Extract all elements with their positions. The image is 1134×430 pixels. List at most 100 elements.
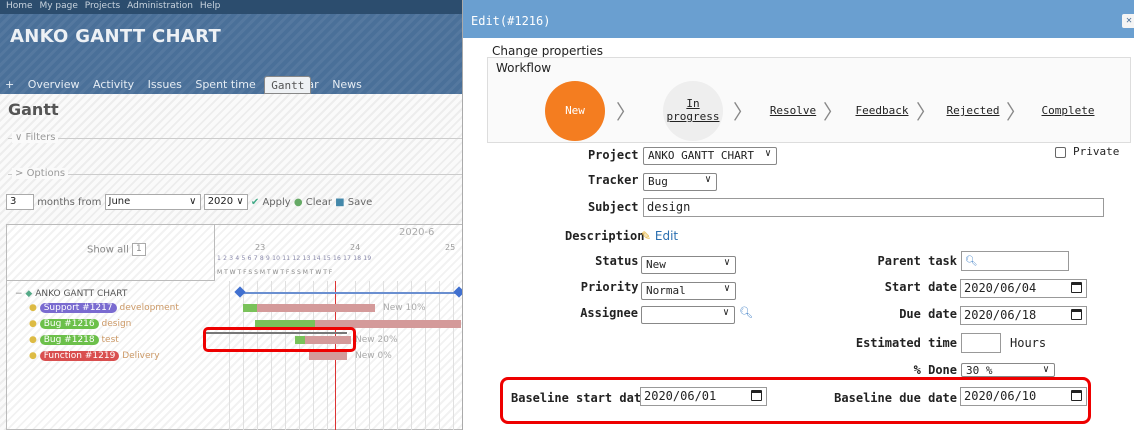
workflow-step-feedback[interactable]: Feedback — [844, 81, 920, 141]
change-properties-heading: Change properties — [492, 44, 603, 58]
filters-label: Filters — [25, 132, 56, 143]
apply-link[interactable]: Apply — [262, 197, 290, 208]
project-icon: ◆ — [25, 289, 36, 299]
issue-icon: ● — [29, 319, 40, 329]
search-icon[interactable]: 🔍︎ — [739, 306, 753, 319]
year-select[interactable]: 2020 ∨ — [203, 194, 248, 210]
month-select[interactable]: June ∨ — [104, 194, 201, 210]
top-menu: Home My page Projects Administration Hel… — [0, 0, 468, 14]
search-icon: 🔍︎ — [965, 256, 978, 267]
issue-icon: ● — [29, 303, 40, 313]
save-icon: ■ — [335, 197, 345, 208]
filters-toggle[interactable]: ∨ Filters — [12, 132, 59, 143]
issue-subject: Delivery — [122, 351, 160, 361]
gantt-issue-row[interactable]: ● Bug #1216 design — [29, 319, 131, 329]
priority-label-text: Priority — [580, 280, 639, 294]
workflow-label: Workflow — [496, 61, 552, 75]
gantt-issue-row[interactable]: ● Function #1219 Delivery — [29, 351, 160, 361]
start-date-label: Start date — [884, 280, 957, 294]
chevron-right-icon: > — [15, 168, 27, 179]
top-menu-administration[interactable]: Administration — [127, 1, 193, 11]
description-edit-link[interactable]: ✎ Edit — [641, 229, 678, 243]
tab-new[interactable]: + — [0, 76, 19, 93]
chevron-down-icon: ∨ — [723, 257, 730, 268]
chevron-down-icon: ∨ — [1042, 364, 1049, 375]
chevron-down-icon: ∨ — [15, 132, 26, 143]
pencil-icon: ✎ — [641, 229, 652, 243]
estimated-time-input[interactable] — [961, 333, 1001, 353]
workflow-step-new[interactable]: New — [545, 81, 605, 141]
tab-news[interactable]: News — [327, 76, 367, 93]
page-title: Gantt — [8, 100, 59, 119]
private-label: Private — [1073, 145, 1120, 158]
show-all-link[interactable]: Show all 1 — [87, 243, 146, 256]
project-header: ANKO GANTT CHART + Overview Activity Iss… — [0, 14, 468, 94]
project-select-value: ANKO GANTT CHART — [648, 149, 754, 162]
issue-tag[interactable]: Bug #1218 — [39, 335, 99, 345]
issue-tag[interactable]: Function #1219 — [39, 351, 120, 361]
done-ratio-select[interactable]: 30 % ∨ — [961, 363, 1055, 377]
done-ratio-value: 30 % — [966, 364, 993, 377]
due-date-input[interactable]: 2020/06/18 — [960, 306, 1087, 325]
tracker-select-value: Bug — [648, 175, 668, 188]
tab-activity[interactable]: Activity — [88, 76, 139, 93]
top-menu-my-page[interactable]: My page — [39, 1, 77, 11]
issue-tag[interactable]: Support #1217 — [39, 303, 117, 313]
project-select[interactable]: ANKO GANTT CHART ∨ — [643, 147, 777, 165]
status-select[interactable]: New ∨ — [641, 256, 736, 274]
project-tabs: + Overview Activity Issues Spent time Ga… — [0, 76, 468, 94]
tab-gantt[interactable]: Gantt — [264, 76, 312, 94]
tab-overview[interactable]: Overview — [23, 76, 85, 93]
tracker-select[interactable]: Bug ∨ — [643, 173, 717, 191]
workflow-step-complete[interactable]: Complete — [1028, 81, 1108, 141]
subject-label-text: Subject — [587, 200, 639, 214]
issue-status: New 10% — [383, 303, 426, 313]
close-icon[interactable]: ✕ — [1122, 14, 1134, 28]
parent-task-label: Parent task — [877, 254, 957, 268]
chevron-down-icon: ∨ — [723, 283, 730, 294]
gantt-month-label: 2020-6 — [399, 227, 435, 238]
top-menu-projects[interactable]: Projects — [85, 1, 120, 11]
week-label: 23 — [255, 243, 266, 252]
workflow-step-resolve[interactable]: Resolve — [758, 81, 828, 141]
clear-link[interactable]: Clear — [306, 197, 332, 208]
private-checkbox[interactable] — [1055, 147, 1066, 158]
workflow-step-rejected[interactable]: Rejected — [938, 81, 1008, 141]
gantt-project-row[interactable]: − ◆ ANKO GANTT CHART — [15, 289, 127, 299]
tracker-label-text: Tracker — [587, 173, 639, 187]
priority-select[interactable]: Normal ∨ — [641, 282, 736, 300]
calendar-icon[interactable] — [1071, 282, 1082, 293]
assignee-select[interactable]: ∨ — [641, 306, 735, 324]
options-toggle[interactable]: > Options — [12, 168, 69, 179]
chevron-right-icon: 〉 — [1006, 100, 1026, 124]
tab-issues[interactable]: Issues — [143, 76, 187, 93]
highlight-baseline-bar — [203, 327, 356, 352]
calendar-icon[interactable] — [1071, 309, 1082, 320]
estimated-time-label: Estimated time — [855, 336, 957, 350]
project-field-label: Project * — [543, 148, 653, 162]
collapse-icon: − — [15, 289, 26, 299]
months-input[interactable]: 3 — [6, 194, 34, 210]
issue-progress-bar — [243, 304, 257, 312]
gantt-issue-row[interactable]: ● Bug #1218 test — [29, 335, 119, 345]
top-menu-help[interactable]: Help — [200, 1, 221, 11]
clear-icon: ● — [293, 197, 303, 208]
workflow-step-in-progress[interactable]: In progress — [663, 81, 723, 141]
issue-tag[interactable]: Bug #1216 — [39, 319, 99, 329]
issue-subject: test — [101, 335, 119, 345]
gantt-issue-row[interactable]: ● Support #1217 development — [29, 303, 179, 313]
project-title: ANKO GANTT CHART — [10, 26, 222, 47]
assignee-field-label: Assignee — [580, 306, 638, 320]
project-bar — [239, 292, 463, 294]
parent-task-input[interactable]: 🔍︎ — [961, 251, 1069, 271]
priority-field-label: Priority * — [543, 280, 653, 294]
start-date-input[interactable]: 2020/06/04 — [960, 279, 1087, 298]
issue-bar — [257, 304, 375, 312]
subject-input[interactable]: design — [643, 198, 1104, 217]
tab-spent-time[interactable]: Spent time — [190, 76, 260, 93]
top-menu-home[interactable]: Home — [6, 1, 33, 11]
issue-subject: design — [101, 319, 132, 329]
save-link[interactable]: Save — [348, 197, 373, 208]
options-label: Options — [26, 168, 66, 179]
hours-label: Hours — [1010, 336, 1047, 350]
